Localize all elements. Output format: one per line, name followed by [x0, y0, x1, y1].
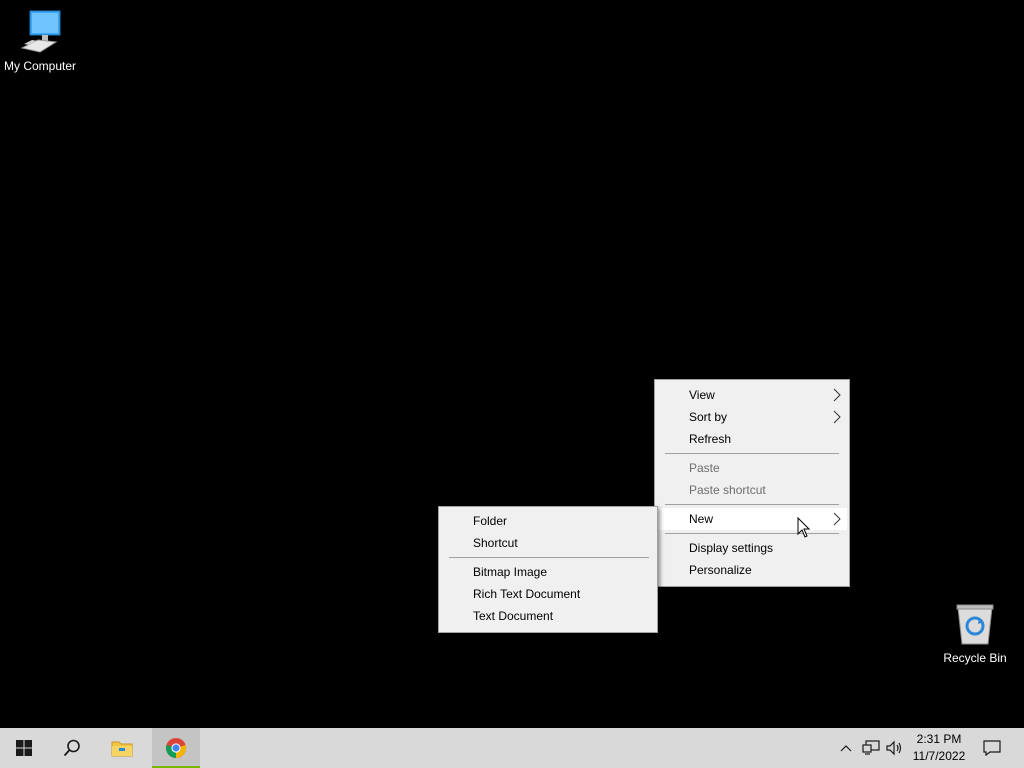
menu-item-label: Folder: [473, 514, 508, 528]
network-icon: [862, 740, 880, 755]
desktop-context-menu: View Sort by Refresh Paste Paste shortcu…: [654, 379, 850, 587]
menu-item-refresh[interactable]: Refresh: [657, 428, 847, 450]
menu-item-label: Paste shortcut: [689, 483, 766, 497]
menu-separator: [665, 453, 839, 454]
show-hidden-icons-button[interactable]: [836, 728, 856, 768]
taskbar-clock[interactable]: 2:31 PM 11/7/2022: [908, 728, 970, 768]
menu-item-label: Paste: [689, 461, 720, 475]
volume-tray-button[interactable]: [884, 728, 906, 768]
start-button[interactable]: [0, 728, 48, 768]
menu-separator: [449, 557, 649, 558]
action-center-icon: [983, 740, 1001, 756]
menu-item-view[interactable]: View: [657, 384, 847, 406]
menu-item-paste-shortcut[interactable]: Paste shortcut: [657, 479, 847, 501]
submenu-item-bitmap-image[interactable]: Bitmap Image: [441, 561, 655, 583]
menu-item-label: New: [689, 512, 714, 526]
start-icon: [16, 740, 32, 756]
file-explorer-button[interactable]: [98, 728, 146, 768]
clock-date: 11/7/2022: [912, 749, 966, 763]
desktop-icon-my-computer[interactable]: My Computer: [0, 8, 80, 73]
menu-item-personalize[interactable]: Personalize: [657, 559, 847, 581]
menu-item-sort-by[interactable]: Sort by: [657, 406, 847, 428]
network-tray-button[interactable]: [860, 728, 882, 768]
chrome-taskbar-button[interactable]: [152, 728, 200, 768]
menu-item-paste[interactable]: Paste: [657, 457, 847, 479]
file-explorer-icon: [111, 741, 133, 757]
menu-item-label: Rich Text Document: [473, 587, 581, 601]
menu-item-new[interactable]: New: [657, 508, 847, 530]
chevron-right-icon: [833, 512, 841, 526]
menu-item-label: Text Document: [473, 609, 554, 623]
mouse-cursor-icon: [797, 517, 811, 538]
volume-icon: [886, 740, 902, 756]
menu-separator: [665, 504, 839, 505]
submenu-item-rich-text-document[interactable]: Rich Text Document: [441, 583, 655, 605]
menu-item-display-settings[interactable]: Display settings: [657, 537, 847, 559]
menu-item-label: Refresh: [689, 432, 732, 446]
search-icon: [63, 739, 80, 757]
chrome-icon: [166, 738, 186, 758]
menu-item-label: Sort by: [689, 410, 728, 424]
recycle-bin-icon: [956, 604, 994, 645]
menu-item-label: Shortcut: [473, 536, 518, 550]
menu-separator: [665, 533, 839, 534]
new-submenu: Folder Shortcut Bitmap Image Rich Text D…: [438, 506, 658, 633]
taskbar: 2:31 PM 11/7/2022: [0, 728, 1024, 768]
desktop-icon-label: My Computer: [3, 59, 77, 73]
submenu-item-shortcut[interactable]: Shortcut: [441, 532, 655, 554]
chevron-right-icon: [833, 388, 841, 402]
desktop-icon-recycle-bin[interactable]: Recycle Bin: [935, 602, 1015, 665]
clock-time: 2:31 PM: [916, 732, 962, 746]
menu-item-label: Bitmap Image: [473, 565, 548, 579]
submenu-item-text-document[interactable]: Text Document: [441, 605, 655, 627]
action-center-button[interactable]: [976, 728, 1008, 768]
chevron-right-icon: [833, 410, 841, 424]
computer-icon: [20, 10, 61, 53]
menu-item-label: View: [689, 388, 715, 402]
desktop-icon-label: Recycle Bin: [943, 651, 1007, 665]
menu-item-label: Display settings: [689, 541, 774, 555]
chevron-up-icon: [840, 745, 852, 752]
menu-item-label: Personalize: [689, 563, 752, 577]
search-button[interactable]: [48, 728, 96, 768]
submenu-item-folder[interactable]: Folder: [441, 510, 655, 532]
